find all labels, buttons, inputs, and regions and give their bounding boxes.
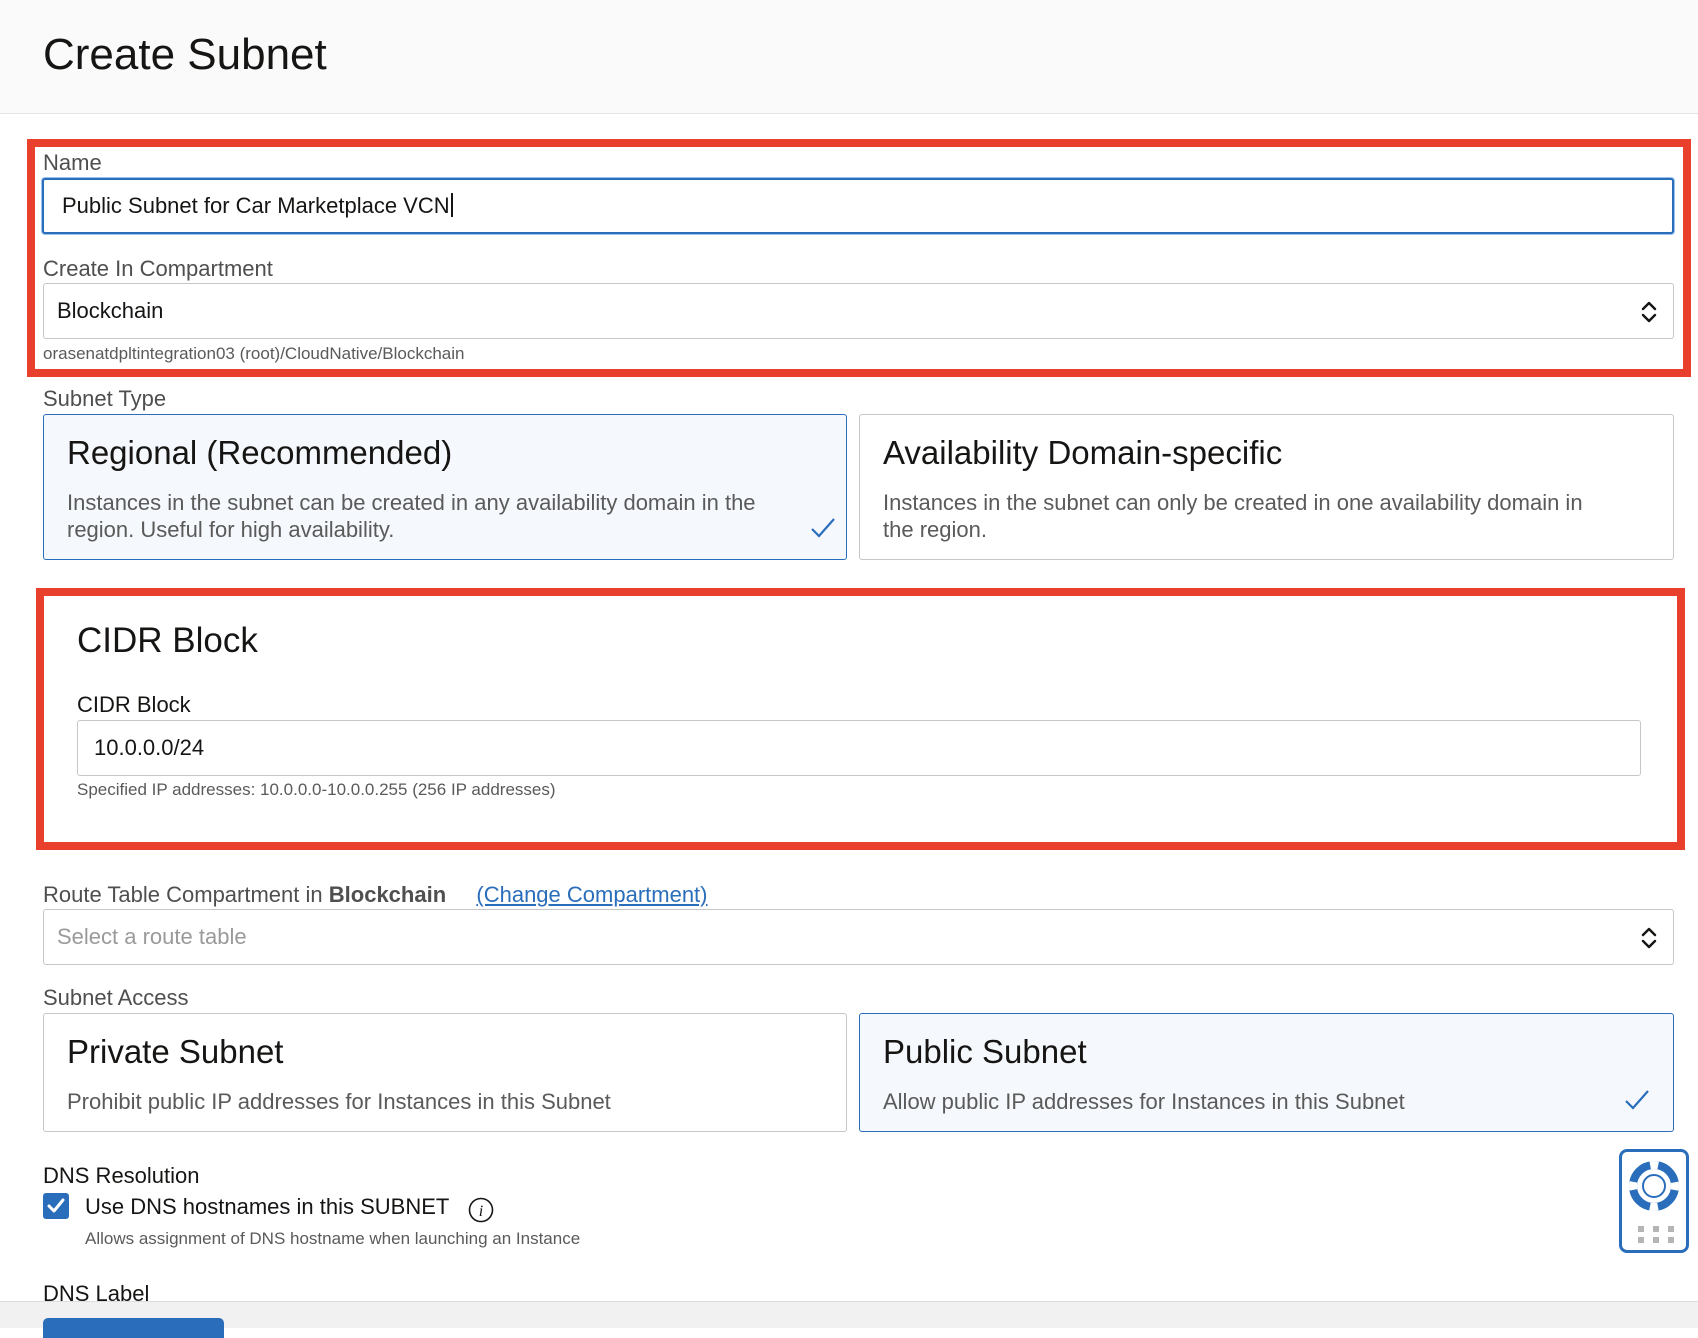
private-subnet-card[interactable]: Private Subnet Prohibit public IP addres… xyxy=(43,1013,847,1132)
route-table-select[interactable]: Select a route table xyxy=(43,909,1674,965)
cidr-input[interactable]: 10.0.0.0/24 xyxy=(77,720,1641,776)
cidr-helper: Specified IP addresses: 10.0.0.0-10.0.0.… xyxy=(77,780,556,799)
check-icon xyxy=(47,1198,65,1213)
dns-hostnames-label[interactable]: Use DNS hostnames in this SUBNET xyxy=(85,1194,449,1220)
cidr-input-value: 10.0.0.0/24 xyxy=(94,735,205,760)
info-icon[interactable]: i xyxy=(468,1197,494,1223)
ad-specific-card-desc-line2: the region. xyxy=(883,517,987,542)
subnet-type-label: Subnet Type xyxy=(43,386,167,411)
svg-text:i: i xyxy=(479,1203,483,1220)
primary-action-button[interactable] xyxy=(43,1318,224,1338)
help-widget[interactable] xyxy=(1619,1149,1689,1253)
route-table-placeholder: Select a route table xyxy=(57,924,247,949)
highlight-box-cidr xyxy=(36,588,1685,850)
subnet-type-regional-card[interactable]: Regional (Recommended) Instances in the … xyxy=(43,414,847,560)
public-subnet-title: Public Subnet xyxy=(883,1033,1087,1070)
regional-card-title: Regional (Recommended) xyxy=(67,434,453,471)
ad-specific-card-desc-line1: Instances in the subnet can only be crea… xyxy=(883,490,1583,515)
dns-resolution-label: DNS Resolution xyxy=(43,1163,200,1188)
highlight-box-name-compartment xyxy=(27,139,1691,377)
route-table-label: Route Table Compartment in Blockchain (C… xyxy=(43,882,708,908)
public-subnet-card[interactable]: Public Subnet Allow public IP addresses … xyxy=(859,1013,1674,1132)
page-title: Create Subnet xyxy=(43,30,327,79)
subnet-access-label: Subnet Access xyxy=(43,985,189,1010)
private-subnet-title: Private Subnet xyxy=(67,1033,284,1070)
grid-dots-icon xyxy=(1638,1226,1674,1243)
regional-card-desc-line2: region. Useful for high availability. xyxy=(67,517,395,542)
ad-specific-card-title: Availability Domain-specific xyxy=(883,434,1283,471)
check-icon xyxy=(1625,1090,1649,1110)
chevron-up-down-icon xyxy=(1641,927,1657,949)
route-table-compartment: Blockchain xyxy=(328,882,447,907)
page-header: Create Subnet xyxy=(0,0,1698,114)
cidr-field-label: CIDR Block xyxy=(77,692,191,717)
regional-card-desc-line1: Instances in the subnet can be created i… xyxy=(67,490,756,515)
dns-hostnames-checkbox[interactable] xyxy=(43,1193,69,1219)
route-table-label-prefix: Route Table Compartment in xyxy=(43,882,323,907)
private-subnet-desc: Prohibit public IP addresses for Instanc… xyxy=(67,1089,611,1114)
check-icon xyxy=(811,518,835,538)
cidr-section-title: CIDR Block xyxy=(77,621,258,660)
footer-bar xyxy=(0,1301,1698,1328)
dns-helper: Allows assignment of DNS hostname when l… xyxy=(85,1229,581,1248)
subnet-type-ad-specific-card[interactable]: Availability Domain-specific Instances i… xyxy=(859,414,1674,560)
lifebuoy-icon xyxy=(1629,1161,1679,1211)
public-subnet-desc: Allow public IP addresses for Instances … xyxy=(883,1089,1405,1114)
change-compartment-link[interactable]: (Change Compartment) xyxy=(476,882,707,907)
